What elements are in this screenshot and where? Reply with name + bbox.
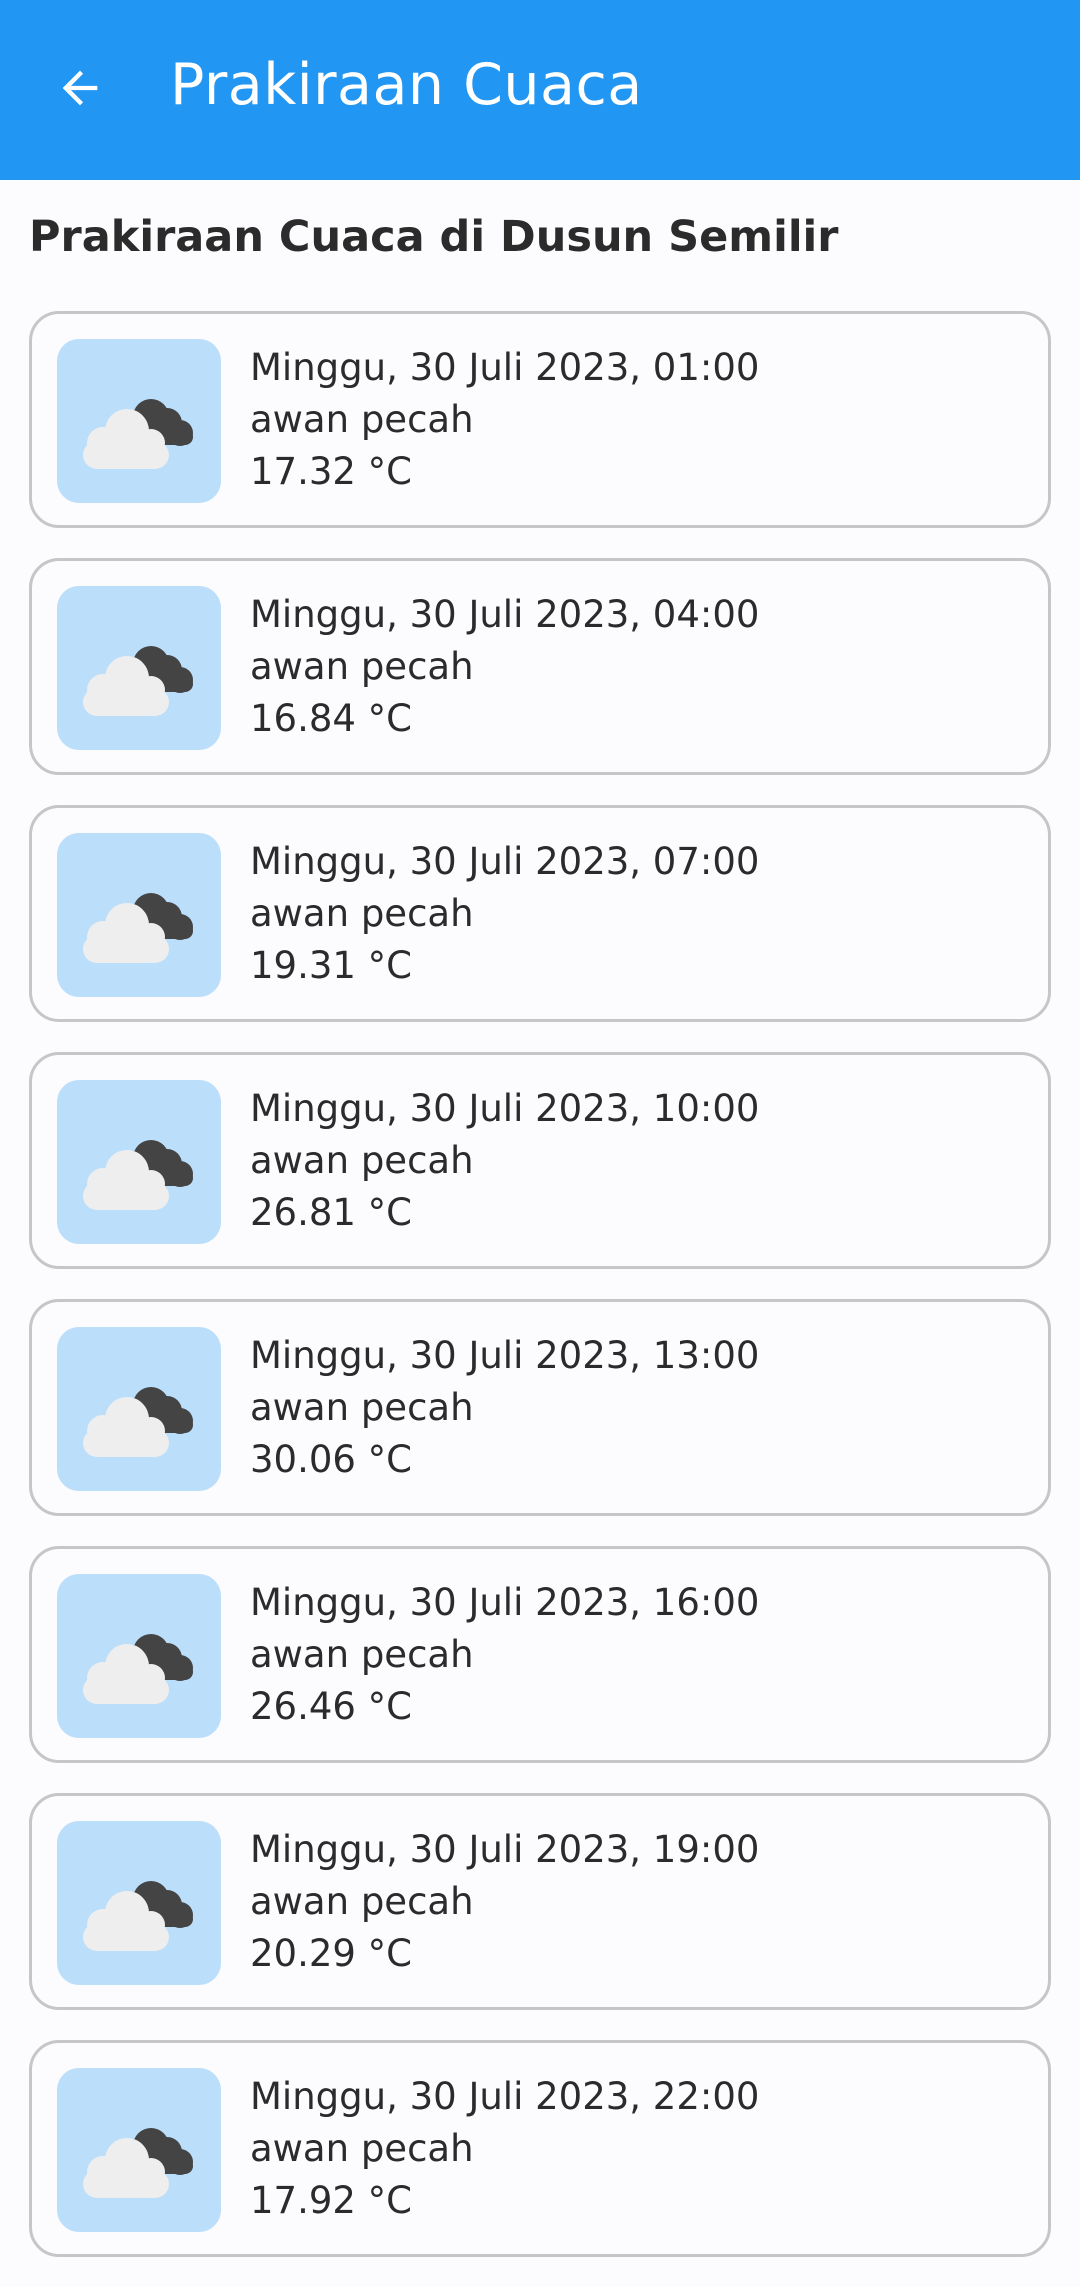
forecast-datetime: Minggu, 30 Juli 2023, 13:00 [250, 1334, 760, 1377]
forecast-description: awan pecah [250, 398, 474, 441]
forecast-temperature: 30.06 °C [250, 1438, 413, 1481]
forecast-temperature: 17.32 °C [250, 450, 413, 493]
broken-clouds-icon [83, 1881, 193, 1951]
weather-thumbnail [57, 1574, 221, 1738]
weather-thumbnail [57, 1821, 221, 1985]
forecast-card[interactable]: Minggu, 30 Juli 2023, 22:00 awan pecah 1… [29, 2040, 1051, 2257]
forecast-card[interactable]: Minggu, 30 Juli 2023, 07:00 awan pecah 1… [29, 805, 1051, 1022]
broken-clouds-icon [83, 1387, 193, 1457]
weather-thumbnail [57, 586, 221, 750]
forecast-description: awan pecah [250, 1386, 474, 1429]
forecast-card[interactable]: Minggu, 30 Juli 2023, 01:00 awan pecah 1… [29, 311, 1051, 528]
forecast-temperature: 16.84 °C [250, 697, 413, 740]
forecast-description: awan pecah [250, 892, 474, 935]
forecast-temperature: 20.29 °C [250, 1932, 413, 1975]
forecast-card[interactable]: Minggu, 30 Juli 2023, 13:00 awan pecah 3… [29, 1299, 1051, 1516]
forecast-card[interactable]: Minggu, 30 Juli 2023, 19:00 awan pecah 2… [29, 1793, 1051, 2010]
forecast-datetime: Minggu, 30 Juli 2023, 22:00 [250, 2075, 760, 2118]
broken-clouds-icon [83, 2128, 193, 2198]
broken-clouds-icon [83, 399, 193, 469]
back-button[interactable] [48, 56, 112, 120]
broken-clouds-icon [83, 646, 193, 716]
forecast-description: awan pecah [250, 645, 474, 688]
broken-clouds-icon [83, 893, 193, 963]
forecast-list[interactable]: Minggu, 30 Juli 2023, 01:00 awan pecah 1… [29, 311, 1051, 2287]
forecast-description: awan pecah [250, 1633, 474, 1676]
forecast-temperature: 26.46 °C [250, 1685, 413, 1728]
forecast-card[interactable]: Minggu, 30 Juli 2023, 10:00 awan pecah 2… [29, 1052, 1051, 1269]
forecast-datetime: Minggu, 30 Juli 2023, 07:00 [250, 840, 760, 883]
forecast-datetime: Minggu, 30 Juli 2023, 19:00 [250, 1828, 760, 1871]
weather-thumbnail [57, 2068, 221, 2232]
forecast-datetime: Minggu, 30 Juli 2023, 01:00 [250, 346, 760, 389]
forecast-description: awan pecah [250, 1880, 474, 1923]
forecast-description: awan pecah [250, 2127, 474, 2170]
forecast-temperature: 17.92 °C [250, 2179, 413, 2222]
weather-thumbnail [57, 339, 221, 503]
forecast-datetime: Minggu, 30 Juli 2023, 04:00 [250, 593, 760, 636]
forecast-temperature: 26.81 °C [250, 1191, 413, 1234]
arrow-left-icon [62, 70, 98, 106]
forecast-card[interactable]: Minggu, 30 Juli 2023, 16:00 awan pecah 2… [29, 1546, 1051, 1763]
forecast-card[interactable]: Minggu, 30 Juli 2023, 04:00 awan pecah 1… [29, 558, 1051, 775]
broken-clouds-icon [83, 1140, 193, 1210]
forecast-temperature: 19.31 °C [250, 944, 413, 987]
broken-clouds-icon [83, 1634, 193, 1704]
app-bar: Prakiraan Cuaca [0, 0, 1080, 180]
section-heading: Prakiraan Cuaca di Dusun Semilir [29, 212, 839, 262]
forecast-description: awan pecah [250, 1139, 474, 1182]
forecast-datetime: Minggu, 30 Juli 2023, 10:00 [250, 1087, 760, 1130]
weather-thumbnail [57, 1080, 221, 1244]
weather-thumbnail [57, 1327, 221, 1491]
page-title: Prakiraan Cuaca [170, 52, 643, 118]
forecast-datetime: Minggu, 30 Juli 2023, 16:00 [250, 1581, 760, 1624]
weather-thumbnail [57, 833, 221, 997]
